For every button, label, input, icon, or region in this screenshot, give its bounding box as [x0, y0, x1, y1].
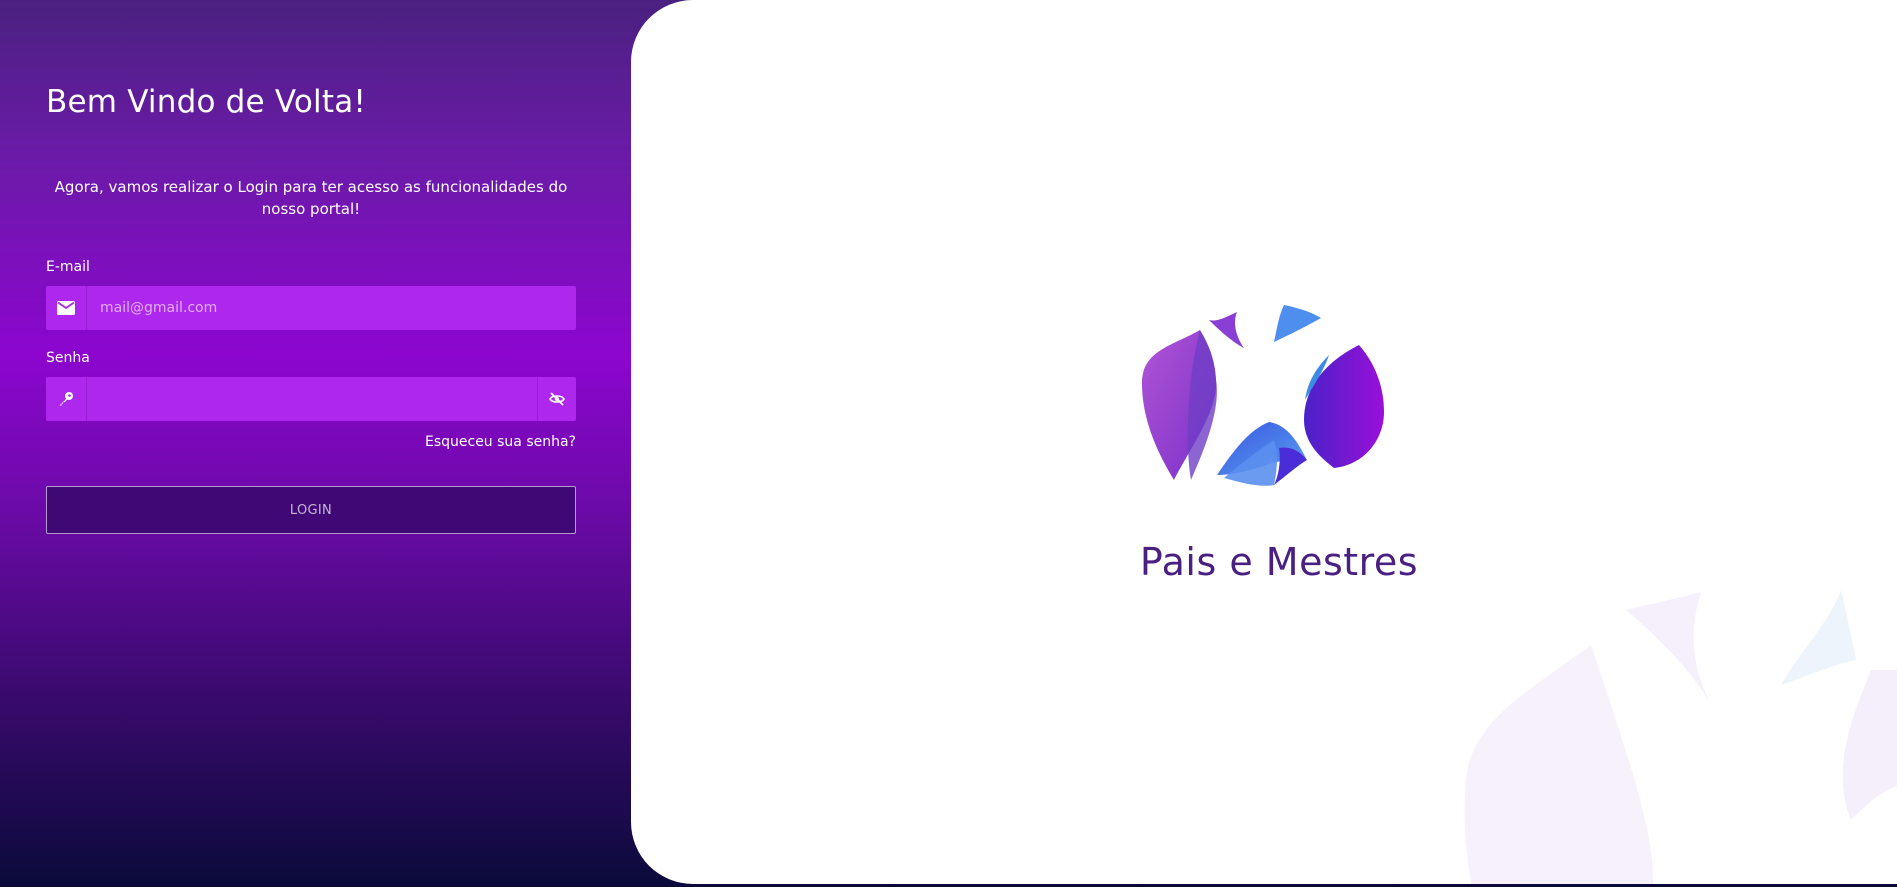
- email-label: E-mail: [46, 259, 90, 275]
- email-input-group: [46, 286, 576, 330]
- password-input-group: [46, 377, 576, 421]
- pais-e-mestres-logo-icon: [1141, 305, 1384, 486]
- login-panel: Bem Vindo de Volta! Agora, vamos realiza…: [0, 0, 631, 887]
- password-label: Senha: [46, 350, 90, 366]
- login-button[interactable]: LOGIN: [46, 486, 576, 534]
- password-input[interactable]: [87, 377, 537, 421]
- login-page: Bem Vindo de Volta! Agora, vamos realiza…: [0, 0, 1897, 887]
- brand-panel: Pais e Mestres: [631, 0, 1897, 884]
- forgot-password-link[interactable]: Esqueceu sua senha?: [425, 434, 576, 450]
- brand-name: Pais e Mestres: [1139, 540, 1419, 584]
- welcome-subtitle: Agora, vamos realizar o Login para ter a…: [54, 178, 568, 218]
- welcome-title: Bem Vindo de Volta!: [46, 84, 367, 120]
- key-icon: [46, 377, 87, 421]
- brand-logo: Pais e Mestres: [1129, 300, 1429, 590]
- watermark-logo-icon: [1464, 590, 1897, 884]
- envelope-icon: [46, 286, 87, 330]
- eye-off-icon[interactable]: [537, 377, 576, 421]
- email-input[interactable]: [87, 286, 576, 330]
